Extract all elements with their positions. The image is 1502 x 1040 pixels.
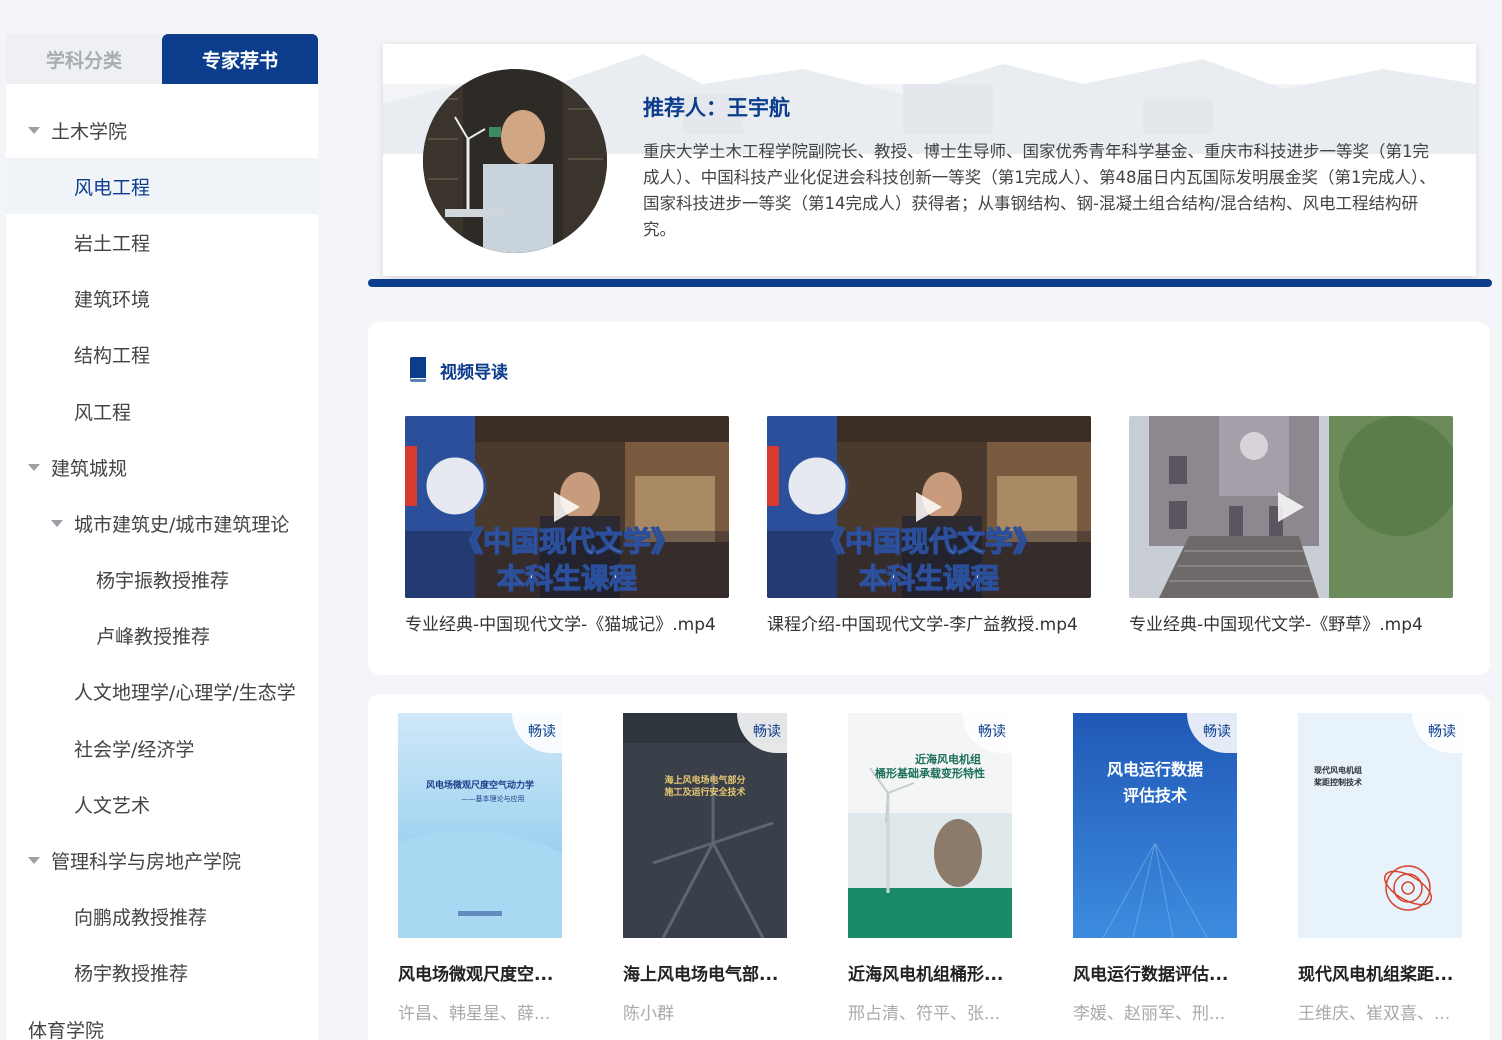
tree-node-civil[interactable]: 土木学院 [6,102,318,158]
tree-node-lu-feng[interactable]: 卢峰教授推荐 [6,608,318,664]
cover-title: 海上风电场电气部分 [664,774,745,786]
book-icon [410,357,426,382]
book-cover[interactable]: 近海风电机组 桶形基础承载变形特性 畅读 [848,713,1012,938]
video-overlay-title: 《中国现代文学》 [817,525,1041,558]
caret-down-icon [28,857,40,865]
tab-expert-recommend[interactable]: 专家荐书 [162,34,318,84]
recommender-underline [368,279,1492,287]
book-cover[interactable]: 风电运行数据 评估技术 畅读 [1073,713,1237,938]
tree-node-xiang-pengcheng[interactable]: 向鹏成教授推荐 [6,889,318,945]
book-card[interactable]: 风电场微观尺度空气动力学 ——基本理论与应用 畅读 风电场微观尺度空... 许昌… [398,713,562,1024]
cover-title: 风电运行数据 [1107,760,1203,779]
video-overlay-subtitle: 本科生课程 [859,562,999,595]
tree-node-humanities-art[interactable]: 人文艺术 [6,776,318,832]
book-card[interactable]: 现代风电机组 桨距控制技术 畅读 现代风电机组桨距... 王维庆、崔双喜、... [1298,713,1462,1024]
video-thumbnail[interactable]: 《中国现代文学》 本科生课程 [405,416,729,598]
tree-node-building-env[interactable]: 建筑环境 [6,271,318,327]
book-title[interactable]: 海上风电场电气部... [623,960,787,985]
caret-down-icon [51,519,63,527]
book-cover[interactable]: 现代风电机组 桨距控制技术 畅读 [1298,713,1462,938]
book-author: 王维庆、崔双喜、... [1298,1004,1451,1024]
book-title[interactable]: 近海风电机组桶形... [848,960,1012,985]
video-card[interactable]: 《中国现代文学》 本科生课程 专业经典-中国现代文学-《猫城记》.mp4 [405,416,729,635]
tab-subject-category[interactable]: 学科分类 [6,34,162,84]
tree-node-structural[interactable]: 结构工程 [6,327,318,383]
video-title[interactable]: 专业经典-中国现代文学-《野草》.mp4 [1129,610,1453,635]
book-author: 邢占清、符平、张... [848,1004,1001,1024]
video-title[interactable]: 专业经典-中国现代文学-《猫城记》.mp4 [405,610,729,635]
tree-node-urban-history[interactable]: 城市建筑史/城市建筑理论 [6,495,318,551]
sidebar-tabs: 学科分类 专家荐书 [6,34,318,84]
tree-node-sociology[interactable]: 社会学/经济学 [6,720,318,776]
play-icon[interactable] [552,490,582,524]
video-section: 视频导读 《中国现代文学》 本科生课程 专业经典-中国现代文学-《猫城记》.mp… [368,322,1490,675]
video-overlay-title: 《中国现代文学》 [455,525,679,558]
cover-subtitle: 施工及运行安全技术 [664,786,745,798]
book-cover[interactable]: 风电场微观尺度空气动力学 ——基本理论与应用 畅读 [398,713,562,938]
tree-node-sports[interactable]: 体育学院 [6,1001,318,1040]
play-icon[interactable] [1276,490,1306,524]
video-overlay-subtitle: 本科生课程 [497,562,637,595]
book-title[interactable]: 现代风电机组桨距... [1298,960,1462,985]
tree-node-wind-eng[interactable]: 风工程 [6,383,318,439]
recommender-description: 重庆大学土木工程学院副院长、教授、博士生导师、国家优秀青年科学基金、重庆市科技进… [643,142,1436,239]
book-card[interactable]: 近海风电机组 桶形基础承载变形特性 畅读 近海风电机组桶形... 邢占清、符平、… [848,713,1012,1024]
video-thumbnail[interactable]: 《中国现代文学》 本科生课程 [767,416,1091,598]
tree-node-architecture[interactable]: 建筑城规 [6,439,318,495]
tree-node-wind-power[interactable]: 风电工程 [6,158,318,215]
books-section: 风电场微观尺度空气动力学 ——基本理论与应用 畅读 风电场微观尺度空... 许昌… [368,694,1490,1040]
video-title[interactable]: 课程介绍-中国现代文学-李广益教授.mp4 [767,610,1091,635]
cover-title: 现代风电机组 [1314,765,1362,775]
tree-node-geotech[interactable]: 岩土工程 [6,214,318,270]
book-cover[interactable]: 海上风电场电气部分 施工及运行安全技术 畅读 [623,713,787,938]
recommender-name: 推荐人：王宇航 [643,96,790,120]
video-card[interactable]: 《中国现代文学》 本科生课程 课程介绍-中国现代文学-李广益教授.mp4 [767,416,1091,635]
video-section-title: 视频导读 [408,357,508,383]
book-title[interactable]: 风电场微观尺度空... [398,960,562,985]
book-author: 李媛、赵丽军、刑... [1073,1004,1226,1024]
cover-subtitle: ——基本理论与应用 [462,794,525,803]
video-thumbnail[interactable] [1129,416,1453,598]
recommender-card: 推荐人：王宇航 重庆大学土木工程学院副院长、教授、博士生导师、国家优秀青年科学基… [383,44,1476,276]
sidebar: 学科分类 专家荐书 土木学院 风电工程 岩土工程 建筑环境 结构工程 风工程 建… [6,34,318,1040]
avatar [423,69,607,253]
cover-title: 近海风电机组 [915,752,981,766]
cover-subtitle: 桶形基础承载变形特性 [874,766,985,780]
cover-subtitle: 评估技术 [1123,786,1187,805]
book-title[interactable]: 风电运行数据评估... [1073,960,1237,985]
caret-down-icon [28,126,40,134]
tree-node-yang-yu[interactable]: 杨宇教授推荐 [6,945,318,1001]
book-card[interactable]: 海上风电场电气部分 施工及运行安全技术 畅读 海上风电场电气部... 陈小群 [623,713,787,1024]
book-author: 许昌、韩星星、薛... [398,1004,551,1024]
play-icon[interactable] [914,490,944,524]
book-author: 陈小群 [623,1004,674,1024]
category-tree: 土木学院 风电工程 岩土工程 建筑环境 结构工程 风工程 建筑城规 城市建筑史/… [6,84,318,1040]
book-card[interactable]: 风电运行数据 评估技术 畅读 风电运行数据评估... 李媛、赵丽军、刑... [1073,713,1237,1024]
tree-node-human-geo[interactable]: 人文地理学/心理学/生态学 [6,664,318,720]
video-card[interactable]: 专业经典-中国现代文学-《野草》.mp4 [1129,416,1453,635]
cover-subtitle: 桨距控制技术 [1313,777,1362,787]
cover-title: 风电场微观尺度空气动力学 [426,779,534,791]
tree-node-yang-yuzhen[interactable]: 杨宇振教授推荐 [6,552,318,608]
caret-down-icon [28,463,40,471]
tree-node-management[interactable]: 管理科学与房地产学院 [6,832,318,888]
